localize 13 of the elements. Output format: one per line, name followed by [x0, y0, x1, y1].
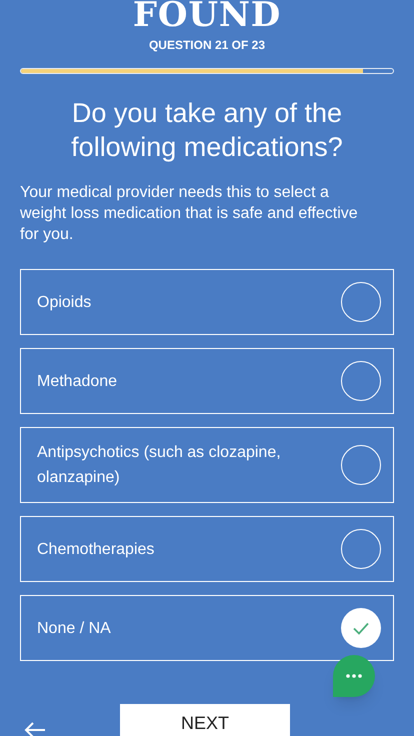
next-button[interactable]: NEXT [120, 704, 290, 736]
question-description: Your medical provider needs this to select a weight loss medication that is safe and effective for you. [19, 183, 359, 245]
ellipsis-icon [346, 674, 362, 678]
option-row[interactable]: Antipsychotics (such as clozapine, olanzapine) [20, 427, 394, 503]
option-row[interactable]: Opioids [20, 269, 394, 335]
chat-button[interactable] [333, 655, 375, 697]
question-counter: QUESTION 21 OF 23 [148, 37, 266, 54]
back-arrow-icon[interactable] [24, 722, 46, 736]
brand-logo: FOUND [132, 0, 282, 30]
option-row[interactable]: Methadone [20, 348, 394, 414]
option-row[interactable]: None / NA [20, 595, 394, 661]
option-row[interactable]: Chemotherapies [20, 516, 394, 582]
question-heading: Do you take any of the following medications? [70, 97, 344, 164]
